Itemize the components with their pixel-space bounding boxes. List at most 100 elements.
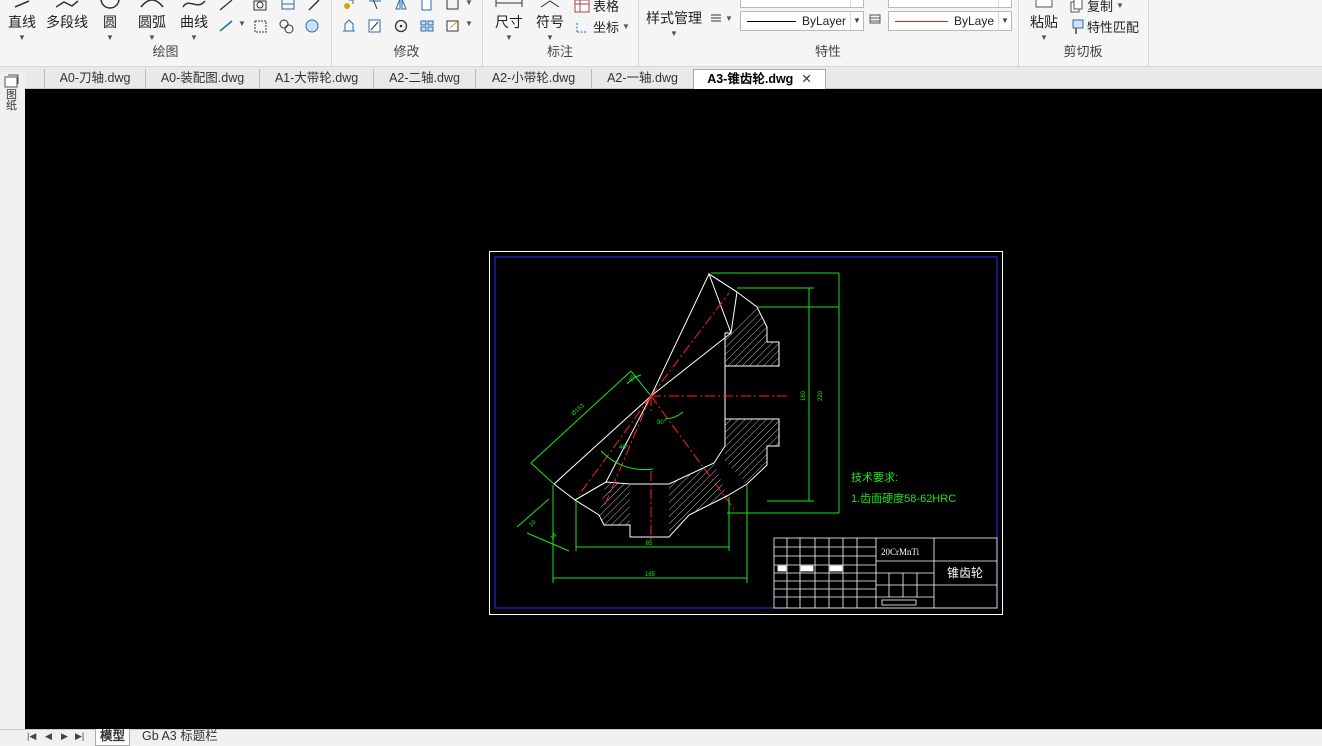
close-icon[interactable]: ✕	[801, 72, 811, 86]
chevron-down-icon: ▼	[1116, 1, 1124, 10]
symbol-tool[interactable]: 符号 ▼	[536, 0, 564, 42]
color-combo[interactable]: ByLaye ▼	[888, 11, 1012, 31]
ribbon: 直线 ▼ 多段线 圆 ▼ 圆弧 ▼ 曲线 ▼ ▼ 绘图 ▼ ▼ 修改 尺寸 ▼ …	[0, 0, 1322, 67]
last-layout-icon[interactable]: ▶|	[75, 731, 84, 742]
match-properties-tool[interactable]: 特性匹配	[1070, 17, 1139, 36]
rectangle-icon[interactable]	[252, 0, 268, 13]
rotate-icon[interactable]	[393, 18, 409, 34]
arc-icon	[140, 0, 164, 8]
match-properties-icon	[1072, 19, 1084, 34]
tab-a3-bevel-gear[interactable]: A3-锥齿轮.dwg ✕	[693, 69, 826, 89]
offset-icon[interactable]	[445, 0, 461, 13]
chevron-down-icon: ▼	[998, 12, 1011, 30]
layer-icon[interactable]	[869, 14, 881, 24]
layout-tab-bar: |◀ ◀ ▶ ▶| 模型 Gb A3 标题栏	[0, 729, 1322, 746]
copy-tool[interactable]: 复制 ▼	[1070, 0, 1124, 15]
region-icon[interactable]	[252, 18, 268, 34]
tab-label: A2-一轴.dwg	[607, 71, 678, 85]
paste-tool[interactable]: 粘贴 ▼	[1030, 0, 1058, 42]
paste-icon	[1035, 0, 1053, 8]
ray-icon[interactable]	[218, 0, 234, 14]
table-icon	[574, 0, 590, 12]
modify-panel: ▼ ▼ 修改	[331, 0, 483, 66]
tab-a2-second-shaft[interactable]: A2-二轴.dwg	[373, 69, 475, 88]
tab-label: A1-大带轮.dwg	[274, 71, 359, 85]
style-manager-tool[interactable]: 样式管理 ▼	[646, 8, 702, 38]
color-preview	[895, 20, 948, 22]
circle-icon	[100, 0, 120, 9]
top-combo[interactable]: ▼	[888, 0, 1012, 8]
tab-a2-small-pulley[interactable]: A2-小带轮.dwg	[475, 69, 591, 88]
tab-a0-knife-shaft[interactable]: A0-刀轴.dwg	[44, 69, 145, 88]
polyline-tool[interactable]: 多段线	[46, 0, 88, 32]
sheet-set-icon[interactable]	[4, 74, 20, 88]
lineweight-combo[interactable]: ▼	[740, 0, 864, 8]
polyline-label: 多段线	[46, 14, 88, 30]
annotate-panel: 尺寸 ▼ 符号 ▼ 表格 坐标 ▼ 标注	[482, 0, 639, 66]
circle-tool[interactable]: 圆 ▼	[100, 0, 120, 42]
line-tool[interactable]: 直线 ▼	[8, 0, 36, 42]
lineweight-icon[interactable]: ▼	[710, 12, 733, 24]
match-properties-label: 特性匹配	[1087, 20, 1140, 35]
tab-a1-large-pulley[interactable]: A1-大带轮.dwg	[259, 69, 373, 88]
tab-layout-gb-a3[interactable]: Gb A3 标题栏	[138, 729, 222, 745]
move-icon[interactable]	[341, 0, 357, 13]
table-tool[interactable]: 表格	[574, 0, 619, 15]
dimension-tool[interactable]: 尺寸 ▼	[494, 0, 524, 42]
construction-line-icon[interactable]	[218, 18, 234, 34]
first-layout-icon[interactable]: |◀	[27, 731, 36, 742]
style-manager-label: 样式管理	[646, 10, 702, 26]
dim-small-b: 14	[549, 532, 558, 541]
stretch-icon[interactable]	[341, 18, 357, 34]
arc-tool[interactable]: 圆弧 ▼	[138, 0, 166, 42]
tab-a0-assembly[interactable]: A0-装配图.dwg	[145, 69, 259, 88]
tab-label: A0-刀轴.dwg	[59, 71, 131, 85]
curve-tool[interactable]: 曲线 ▼	[180, 0, 208, 42]
tab-a2-first-shaft[interactable]: A2-一轴.dwg	[591, 69, 693, 88]
array-icon[interactable]	[419, 18, 435, 34]
hatch-icon[interactable]	[280, 0, 296, 13]
chevron-down-icon[interactable]: ▼	[238, 19, 246, 28]
copy-object-icon[interactable]	[419, 0, 435, 13]
coordinate-tool[interactable]: 坐标 ▼	[574, 17, 630, 36]
next-layout-icon[interactable]: ▶	[61, 731, 68, 742]
copy-label: 复制	[1087, 0, 1114, 14]
drawing-canvas[interactable]: 85 185 160 220 Ø153 25 90° 46° 10 14 技术要…	[25, 89, 1322, 729]
mirror-icon[interactable]	[393, 0, 409, 13]
tab-label: A2-小带轮.dwg	[491, 71, 576, 85]
polyline-icon	[55, 0, 79, 8]
donut-icon[interactable]	[304, 18, 320, 34]
chevron-down-icon[interactable]: ▼	[465, 0, 473, 7]
copy-icon	[1070, 0, 1083, 12]
paste-label: 粘贴	[1030, 14, 1058, 30]
dimension-icon	[495, 0, 523, 7]
trim-icon[interactable]	[367, 0, 383, 13]
scale-icon[interactable]	[367, 18, 383, 34]
dim-right-outer: 220	[818, 390, 824, 401]
boundary-icon[interactable]	[278, 18, 294, 34]
side-panel-label[interactable]: 图纸	[6, 90, 18, 112]
dimension-label: 尺寸	[495, 14, 523, 30]
linetype-combo[interactable]: ByLayer ▼	[740, 11, 864, 31]
dim-angle-b: 46°	[619, 445, 629, 451]
arc-label: 圆弧	[138, 14, 166, 30]
coordinate-icon	[576, 21, 587, 32]
dim-slant: Ø153	[571, 403, 586, 418]
title-block-part-name: 锥齿轮	[947, 566, 983, 580]
draw-panel-title: 绘图	[152, 44, 179, 59]
tab-label: A3-锥齿轮.dwg	[707, 72, 794, 86]
tab-label: A2-二轴.dwg	[389, 71, 460, 85]
symbol-icon	[540, 0, 560, 8]
prev-layout-icon[interactable]: ◀	[45, 731, 52, 742]
explode-icon[interactable]	[445, 18, 461, 34]
tab-label: A0-装配图.dwg	[160, 71, 245, 85]
pen-icon[interactable]	[306, 0, 322, 13]
linetype-preview	[747, 20, 796, 22]
properties-panel-title: 特性	[814, 44, 841, 59]
dim-angle-small: 25	[629, 374, 638, 383]
tab-model[interactable]: 模型	[95, 729, 131, 746]
tech-req-title: 技术要求:	[851, 471, 898, 484]
chevron-down-icon: ▼	[670, 29, 678, 38]
chevron-down-icon[interactable]: ▼	[465, 19, 473, 28]
dim-bottom-inner: 85	[646, 541, 653, 547]
